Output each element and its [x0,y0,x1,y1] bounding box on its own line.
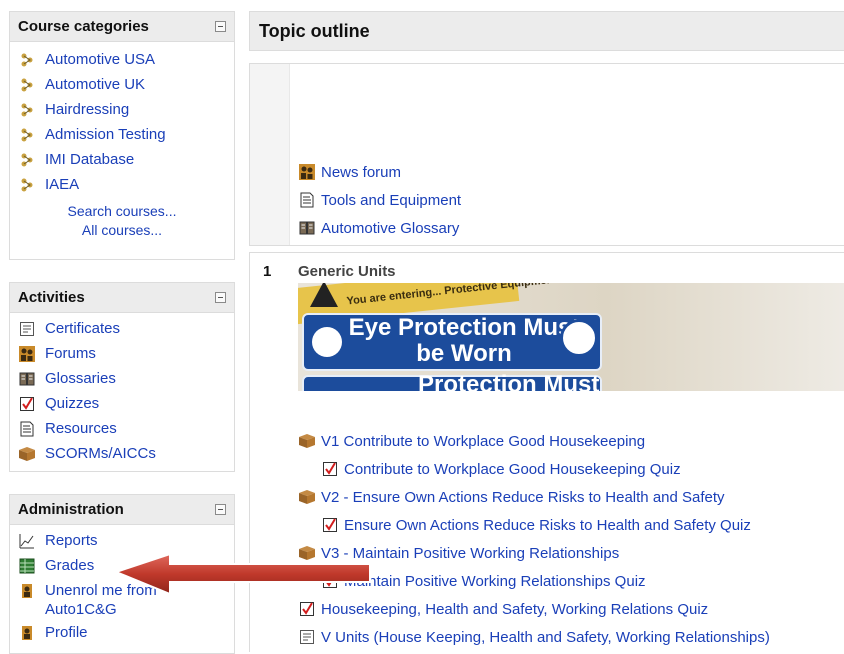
quiz-icon [321,516,339,534]
resource-icon [298,191,316,209]
category-item[interactable]: Automotive USA [18,50,234,75]
category-folder-icon [18,176,36,194]
activity-row[interactable]: News forum [298,161,401,183]
course-categories-block: Course categories Automotive USA Automot… [9,11,235,260]
goggles-icon [312,327,342,357]
quiz-icon [321,460,339,478]
activity-type-link[interactable]: Forums [45,344,96,364]
banner-sign-text: Eye Protection Must be Worn [344,315,584,367]
warning-triangle-icon [310,283,338,307]
category-item[interactable]: Admission Testing [18,125,234,150]
category-item[interactable]: IMI Database [18,150,234,175]
activity-link[interactable]: Automotive Glossary [321,220,459,237]
course-categories-title: Course categories [18,18,149,35]
activity-row[interactable]: Contribute to Workplace Good Housekeepin… [321,458,681,480]
section-left-column [250,64,290,245]
section-0: News forum Tools and Equipment Automotiv… [249,63,844,246]
activity-link[interactable]: Tools and Equipment [321,192,461,209]
reports-chart-icon [18,532,36,550]
activity-link[interactable]: News forum [321,164,401,181]
activity-row[interactable]: Tools and Equipment [298,189,461,211]
activities-header: Activities [10,283,234,313]
category-link[interactable]: IMI Database [45,150,134,170]
activity-type-item[interactable]: Glossaries [18,369,234,394]
activity-type-item[interactable]: Forums [18,344,234,369]
category-folder-icon [18,51,36,69]
category-link[interactable]: Hairdressing [45,100,129,120]
collapse-icon[interactable] [215,21,226,32]
banner-sign-text: Protection Must [418,371,600,391]
category-item[interactable]: IAEA [18,175,234,200]
grades-grid-icon [18,557,36,575]
activity-type-item[interactable]: Resources [18,419,234,444]
scorm-package-icon [298,432,316,450]
activity-type-link[interactable]: Certificates [45,319,120,339]
unenrol-icon [18,582,36,600]
activity-row[interactable]: V1 Contribute to Workplace Good Housekee… [298,430,645,452]
quiz-icon [18,395,36,413]
profile-icon [18,624,36,642]
admin-link[interactable]: Grades [45,556,94,576]
certificate-icon [18,320,36,338]
activity-link[interactable]: V1 Contribute to Workplace Good Housekee… [321,433,645,450]
activity-type-item[interactable]: Quizzes [18,394,234,419]
scorm-package-icon [18,445,36,463]
section-title: Generic Units [298,263,396,280]
page-title: Topic outline [249,11,844,51]
category-item[interactable]: Automotive UK [18,75,234,100]
category-folder-icon [18,151,36,169]
glossary-icon [18,370,36,388]
activity-link[interactable]: Housekeeping, Health and Safety, Working… [321,601,708,618]
banner-sign-line-2: be Worn [416,340,512,367]
activity-row[interactable]: V2 - Ensure Own Actions Reduce Risks to … [298,486,725,508]
section-number: 1 [263,263,272,280]
admin-link[interactable]: Profile [45,623,88,643]
goggles-icon [560,319,598,357]
activity-type-link[interactable]: SCORMs/AICCs [45,444,156,464]
category-link[interactable]: Automotive USA [45,50,155,70]
category-link[interactable]: Automotive UK [45,75,145,95]
activity-type-item[interactable]: Certificates [18,319,234,344]
category-folder-icon [18,76,36,94]
activities-title: Activities [18,289,85,306]
activity-type-link[interactable]: Glossaries [45,369,116,389]
activity-row[interactable]: V Units (House Keeping, Health and Safet… [298,626,770,648]
collapse-icon[interactable] [215,504,226,515]
all-courses-link[interactable]: All courses... [82,222,162,238]
section-banner-image: You are entering... Protective Equipment… [298,283,844,391]
activity-link[interactable]: V2 - Ensure Own Actions Reduce Risks to … [321,489,725,506]
category-link[interactable]: Admission Testing [45,125,166,145]
scorm-package-icon [298,488,316,506]
forum-icon [298,163,316,181]
administration-header: Administration [10,495,234,525]
collapse-icon[interactable] [215,292,226,303]
certificate-icon [298,628,316,646]
admin-link[interactable]: Reports [45,531,98,551]
category-link[interactable]: IAEA [45,175,79,195]
activity-link[interactable]: V Units (House Keeping, Health and Safet… [321,629,770,646]
activity-type-link[interactable]: Quizzes [45,394,99,414]
activity-type-item[interactable]: SCORMs/AICCs [18,444,234,469]
admin-item[interactable]: Profile [18,623,234,648]
activity-type-link[interactable]: Resources [45,419,117,439]
administration-title: Administration [18,501,124,518]
glossary-icon [298,219,316,237]
category-item[interactable]: Hairdressing [18,100,234,125]
search-courses-link[interactable]: Search courses... [68,203,177,219]
activity-row[interactable]: Ensure Own Actions Reduce Risks to Healt… [321,514,751,536]
banner-sign-line-1: Eye Protection Must [348,314,580,341]
activity-link[interactable]: Contribute to Workplace Good Housekeepin… [344,461,681,478]
resource-icon [18,420,36,438]
category-folder-icon [18,126,36,144]
category-footer-links: Search courses... All courses... [10,200,234,246]
category-folder-icon [18,101,36,119]
activity-link[interactable]: Maintain Positive Working Relationships … [344,573,646,590]
activities-block: Activities Certificates Forums Glossarie… [9,282,235,472]
activity-row[interactable]: Automotive Glossary [298,217,459,239]
red-arrow-annotation [113,552,371,596]
activity-link[interactable]: Ensure Own Actions Reduce Risks to Healt… [344,517,751,534]
forum-icon [18,345,36,363]
course-categories-header: Course categories [10,12,234,42]
main-content: Topic outline News forum Tools and Equip… [249,11,844,652]
